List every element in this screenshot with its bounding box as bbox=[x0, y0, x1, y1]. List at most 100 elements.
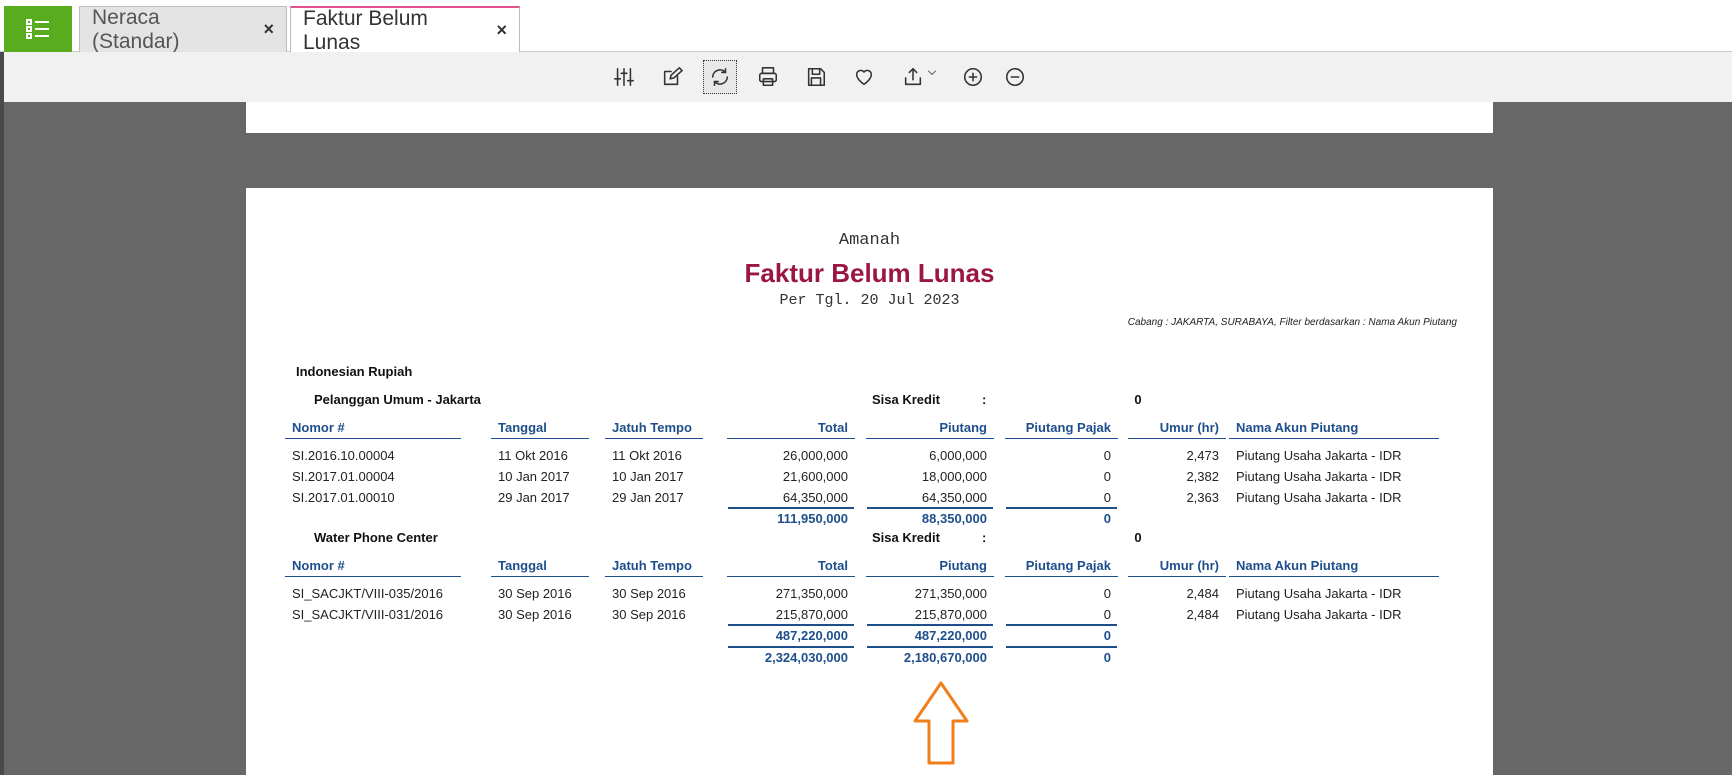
print-icon[interactable] bbox=[751, 60, 785, 94]
sisa-kredit-colon: : bbox=[982, 530, 987, 545]
customer-name: Water Phone Center bbox=[314, 530, 438, 545]
cell-nama-akun: Piutang Usaha Jakarta - IDR bbox=[1236, 607, 1402, 622]
sisa-kredit-value: 0 bbox=[1134, 530, 1142, 545]
tab-faktur-belum-lunas[interactable]: Faktur Belum Lunas × bbox=[290, 6, 520, 54]
zoom-in-icon[interactable] bbox=[956, 60, 990, 94]
column-header-nomor: Nomor # bbox=[285, 558, 461, 577]
cell-umur: 2,473 bbox=[1186, 448, 1219, 463]
cell-total: 26,000,000 bbox=[782, 448, 848, 463]
up-arrow-annotation bbox=[913, 681, 969, 765]
column-header-total: Total bbox=[727, 420, 855, 439]
list-menu-icon bbox=[26, 19, 49, 39]
cell-tanggal: 29 Jan 2017 bbox=[498, 490, 570, 505]
subtotal-underline bbox=[1006, 624, 1117, 626]
column-header-tanggal: Tanggal bbox=[491, 420, 589, 439]
grand-total-total: 2,324,030,000 bbox=[764, 650, 848, 665]
tab-neraca[interactable]: Neraca (Standar) × bbox=[79, 5, 287, 53]
subtotal-piutang: 487,220,000 bbox=[914, 628, 987, 643]
cell-piutang-pajak: 0 bbox=[1103, 469, 1111, 484]
report-date: Per Tgl. 20 Jul 2023 bbox=[779, 292, 960, 309]
cell-nomor: SI_SACJKT/VIII-031/2016 bbox=[292, 607, 444, 622]
sisa-kredit-value: 0 bbox=[1134, 392, 1142, 407]
cell-total: 21,600,000 bbox=[782, 469, 848, 484]
column-header-nama-akun: Nama Akun Piutang bbox=[1229, 420, 1439, 439]
column-header-piutang: Piutang bbox=[866, 420, 994, 439]
cell-piutang: 18,000,000 bbox=[921, 469, 987, 484]
column-header-jatuh-tempo: Jatuh Tempo bbox=[605, 558, 703, 577]
export-icon[interactable] bbox=[895, 60, 945, 94]
cell-jatuh-tempo: 30 Sep 2016 bbox=[612, 586, 686, 601]
cell-jatuh-tempo: 11 Okt 2016 bbox=[612, 448, 682, 463]
subtotal-underline bbox=[867, 507, 993, 509]
subtotal-underline bbox=[1006, 507, 1117, 509]
cell-tanggal: 30 Sep 2016 bbox=[498, 586, 572, 601]
cell-umur: 2,484 bbox=[1186, 586, 1219, 601]
cell-total: 271,350,000 bbox=[775, 586, 848, 601]
heart-icon[interactable] bbox=[847, 60, 881, 94]
cell-nomor: SI_SACJKT/VIII-035/2016 bbox=[292, 586, 444, 601]
chevron-down-icon[interactable] bbox=[926, 67, 938, 79]
cell-jatuh-tempo: 30 Sep 2016 bbox=[612, 607, 686, 622]
subtotal-total: 111,950,000 bbox=[777, 511, 848, 526]
column-header-tanggal: Tanggal bbox=[491, 558, 589, 577]
tab-label: Faktur Belum Lunas bbox=[303, 6, 428, 54]
column-header-nomor: Nomor # bbox=[285, 420, 461, 439]
currency-label: Indonesian Rupiah bbox=[296, 364, 413, 379]
cell-jatuh-tempo: 29 Jan 2017 bbox=[612, 490, 684, 505]
tab-bar: Neraca (Standar) × Faktur Belum Lunas × bbox=[0, 0, 1732, 54]
cell-umur: 2,382 bbox=[1186, 469, 1219, 484]
tab-label: Neraca (Standar) bbox=[92, 5, 180, 53]
subtotal-underline bbox=[728, 624, 854, 626]
refresh-icon[interactable] bbox=[703, 60, 737, 94]
cell-piutang-pajak: 0 bbox=[1103, 448, 1111, 463]
column-header-nama-akun: Nama Akun Piutang bbox=[1229, 558, 1439, 577]
cell-umur: 2,484 bbox=[1186, 607, 1219, 622]
grand-total-piutang-pajak: 0 bbox=[1103, 650, 1111, 665]
edit-icon[interactable] bbox=[655, 60, 689, 94]
cell-nomor: SI.2017.01.00010 bbox=[292, 490, 395, 505]
cell-piutang: 64,350,000 bbox=[921, 490, 987, 505]
column-header-umur: Umur (hr) bbox=[1128, 420, 1226, 439]
column-header-piutang-pajak: Piutang Pajak bbox=[1005, 420, 1118, 439]
customer-name: Pelanggan Umum - Jakarta bbox=[314, 392, 481, 407]
column-header-jatuh-tempo: Jatuh Tempo bbox=[605, 420, 703, 439]
previous-page-bottom bbox=[246, 102, 1493, 133]
cell-piutang-pajak: 0 bbox=[1103, 586, 1111, 601]
cell-tanggal: 10 Jan 2017 bbox=[498, 469, 570, 484]
cell-nama-akun: Piutang Usaha Jakarta - IDR bbox=[1236, 469, 1402, 484]
column-header-piutang: Piutang bbox=[866, 558, 994, 577]
close-icon[interactable]: × bbox=[496, 20, 507, 41]
grand-total-underline bbox=[728, 646, 854, 648]
column-header-total: Total bbox=[727, 558, 855, 577]
cell-total: 64,350,000 bbox=[782, 490, 848, 505]
save-icon[interactable] bbox=[799, 60, 833, 94]
grand-total-underline bbox=[867, 646, 993, 648]
report-toolbar bbox=[0, 52, 1732, 102]
subtotal-piutang-pajak: 0 bbox=[1103, 511, 1111, 526]
report-page: Amanah Faktur Belum Lunas Per Tgl. 20 Ju… bbox=[246, 188, 1493, 775]
subtotal-piutang: 88,350,000 bbox=[921, 511, 987, 526]
subtotal-piutang-pajak: 0 bbox=[1103, 628, 1111, 643]
subtotal-underline bbox=[728, 507, 854, 509]
grand-total-underline bbox=[1006, 646, 1117, 648]
cell-nama-akun: Piutang Usaha Jakarta - IDR bbox=[1236, 586, 1402, 601]
sisa-kredit-label: Sisa Kredit bbox=[872, 392, 940, 407]
close-icon[interactable]: × bbox=[263, 19, 274, 40]
cell-tanggal: 11 Okt 2016 bbox=[498, 448, 568, 463]
sliders-icon[interactable] bbox=[607, 60, 641, 94]
menu-button[interactable] bbox=[4, 6, 72, 52]
sisa-kredit-label: Sisa Kredit bbox=[872, 530, 940, 545]
subtotal-total: 487,220,000 bbox=[775, 628, 848, 643]
cell-nama-akun: Piutang Usaha Jakarta - IDR bbox=[1236, 448, 1402, 463]
cell-nama-akun: Piutang Usaha Jakarta - IDR bbox=[1236, 490, 1402, 505]
column-header-umur: Umur (hr) bbox=[1128, 558, 1226, 577]
cell-piutang: 271,350,000 bbox=[914, 586, 987, 601]
company-name: Amanah bbox=[838, 231, 901, 250]
grand-total-piutang: 2,180,670,000 bbox=[903, 650, 987, 665]
zoom-out-icon[interactable] bbox=[998, 60, 1032, 94]
cell-total: 215,870,000 bbox=[775, 607, 848, 622]
subtotal-underline bbox=[867, 624, 993, 626]
cell-tanggal: 30 Sep 2016 bbox=[498, 607, 572, 622]
cell-piutang-pajak: 0 bbox=[1103, 490, 1111, 505]
cell-umur: 2,363 bbox=[1186, 490, 1219, 505]
